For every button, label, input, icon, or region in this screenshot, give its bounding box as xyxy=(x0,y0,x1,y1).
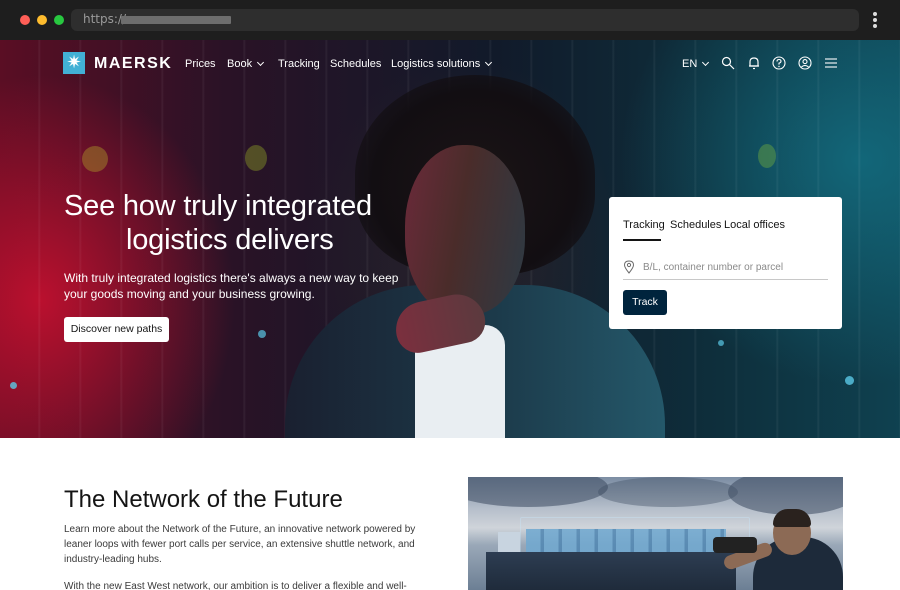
user-icon[interactable] xyxy=(798,56,812,70)
close-window-button[interactable] xyxy=(20,15,30,25)
ship-hull xyxy=(486,552,736,590)
maximize-window-button[interactable] xyxy=(54,15,64,25)
nav-item-book[interactable]: Book xyxy=(227,58,265,70)
browser-menu-icon[interactable] xyxy=(872,12,878,30)
tracking-input-placeholder: B/L, container number or parcel xyxy=(643,262,784,273)
minimize-window-button[interactable] xyxy=(37,15,47,25)
person-hair xyxy=(773,509,811,527)
location-pin-icon xyxy=(623,260,635,274)
bokeh-light xyxy=(10,382,17,389)
address-bar[interactable]: https:// xyxy=(71,9,859,31)
url-redacted xyxy=(121,16,231,24)
bell-icon[interactable] xyxy=(747,56,761,70)
brand-name[interactable]: MAERSK xyxy=(94,55,172,73)
nav-item-tracking[interactable]: Tracking xyxy=(278,58,320,70)
tab-local-offices[interactable]: Local offices xyxy=(724,219,785,231)
ship-containers xyxy=(526,529,726,554)
hero-subtitle: With truly integrated logistics there's … xyxy=(64,271,399,301)
language-selector[interactable]: EN xyxy=(682,58,710,70)
hero-person-face xyxy=(405,145,525,315)
bokeh-light xyxy=(258,330,266,338)
track-button[interactable]: Track xyxy=(623,290,667,315)
hero-title-line-1: See how truly integrated xyxy=(64,190,372,222)
bokeh-light xyxy=(845,376,854,385)
nav-item-schedules[interactable]: Schedules xyxy=(330,58,381,70)
main-navigation: ✷ MAERSK Prices Book Tracking Schedules … xyxy=(0,40,900,88)
cloud-shape xyxy=(598,477,738,507)
menu-icon[interactable] xyxy=(824,56,838,70)
discover-new-paths-button[interactable]: Discover new paths xyxy=(64,317,169,342)
bokeh-light xyxy=(245,145,267,171)
section-title: The Network of the Future xyxy=(64,486,343,513)
chevron-down-icon xyxy=(485,58,493,67)
help-icon[interactable] xyxy=(772,56,786,70)
browser-chrome: https:// xyxy=(0,0,900,40)
cloud-shape xyxy=(468,477,608,507)
ship-bridge xyxy=(498,532,520,554)
section-paragraph: Learn more about the Network of the Futu… xyxy=(64,524,416,565)
tracking-number-input[interactable]: B/L, container number or parcel xyxy=(623,258,828,280)
section-paragraph: With the new East West network, our ambi… xyxy=(64,581,407,590)
tracking-widget: Tracking Schedules Local offices B/L, co… xyxy=(609,197,842,329)
bokeh-light xyxy=(718,340,724,346)
bokeh-light xyxy=(82,146,108,172)
search-icon[interactable] xyxy=(721,56,735,70)
chevron-down-icon xyxy=(702,58,710,67)
bokeh-light xyxy=(758,144,776,168)
hero-title: See how truly integrated logistics deliv… xyxy=(64,189,394,257)
chevron-down-icon xyxy=(257,58,265,67)
binoculars-icon xyxy=(713,537,757,553)
url-prefix: https:// xyxy=(83,12,127,26)
network-feature-image xyxy=(468,477,843,590)
nav-item-prices[interactable]: Prices xyxy=(185,58,216,70)
maersk-star-logo-icon[interactable]: ✷ xyxy=(63,52,85,74)
tab-schedules[interactable]: Schedules xyxy=(670,219,721,231)
active-tab-indicator xyxy=(623,239,661,241)
hero-title-line-2: logistics delivers xyxy=(126,224,334,256)
tab-tracking[interactable]: Tracking xyxy=(623,219,665,231)
nav-item-logistics-solutions[interactable]: Logistics solutions xyxy=(391,58,493,70)
